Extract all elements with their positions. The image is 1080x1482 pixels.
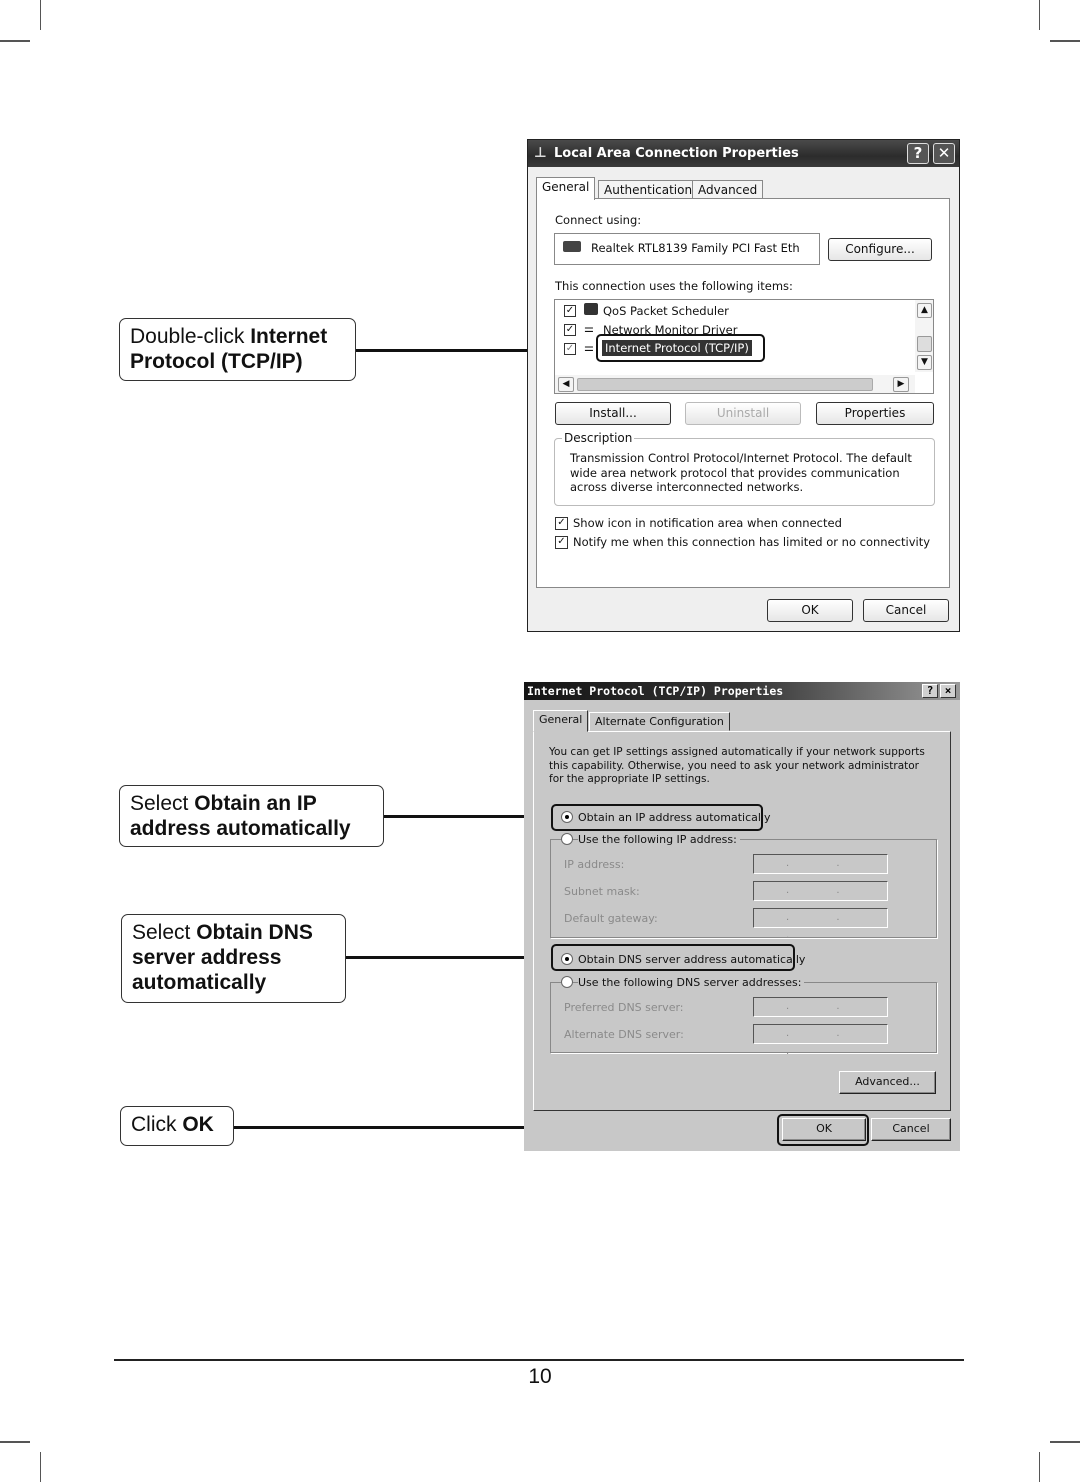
dialog-title-bar: ⊥ Local Area Connection Properties ? ✕	[528, 140, 959, 167]
help-button[interactable]: ?	[922, 684, 938, 698]
dialog-title: Local Area Connection Properties	[554, 146, 799, 161]
preferred-dns-input: . . .	[753, 997, 888, 1030]
horizontal-scrollbar[interactable]: ◀ ▶	[555, 375, 915, 393]
checkbox-netmon[interactable]: ✓	[564, 324, 576, 336]
properties-button[interactable]: Properties	[816, 402, 934, 425]
description-legend: Description	[562, 431, 635, 445]
page-number: 10	[528, 1365, 552, 1388]
highlight-obtain-ip	[551, 804, 763, 831]
crop-mark	[40, 0, 41, 30]
callout-double-click-tcpip: Double-click Internet Protocol (TCP/IP)	[119, 318, 356, 381]
highlight-obtain-dns	[551, 944, 795, 971]
network-protocol-icon: ⚌	[584, 322, 594, 335]
tab-alternate-configuration[interactable]: Alternate Configuration	[589, 712, 730, 731]
network-protocol-icon: ⚌	[584, 341, 594, 354]
default-gateway-input: . . .	[753, 908, 888, 941]
scroll-down-icon[interactable]: ▼	[917, 355, 932, 370]
items-label: This connection uses the following items…	[555, 279, 793, 293]
tab-general[interactable]: General	[536, 177, 596, 200]
scroll-thumb[interactable]	[577, 378, 873, 391]
subnet-mask-input: . . .	[753, 881, 888, 914]
callout-obtain-ip: Select Obtain an IP address automaticall…	[119, 785, 384, 847]
show-icon-checkbox[interactable]: ✓	[555, 517, 568, 530]
subnet-mask-label: Subnet mask:	[564, 885, 640, 898]
general-tab-panel: You can get IP settings assigned automat…	[533, 731, 951, 1111]
crop-mark	[40, 1452, 41, 1482]
crop-mark	[1039, 0, 1040, 30]
tab-general[interactable]: General	[533, 710, 589, 732]
alternate-dns-label: Alternate DNS server:	[564, 1028, 684, 1041]
dialog-title-bar: Internet Protocol (TCP/IP) Properties ? …	[524, 682, 960, 700]
preferred-dns-label: Preferred DNS server:	[564, 1001, 684, 1014]
highlight-ok-button	[777, 1114, 869, 1146]
intro-text: You can get IP settings assigned automat…	[549, 746, 925, 785]
vertical-scrollbar[interactable]: ▲ ▼	[915, 300, 933, 372]
configure-button[interactable]: Configure...	[828, 238, 932, 261]
callout-obtain-dns: Select Obtain DNS server address automat…	[121, 914, 346, 1003]
show-icon-label[interactable]: Show icon in notification area when conn…	[573, 516, 842, 530]
footer-rule	[114, 1359, 964, 1361]
computer-icon	[584, 303, 598, 315]
advanced-button[interactable]: Advanced...	[839, 1071, 936, 1094]
help-button[interactable]: ?	[907, 143, 929, 164]
use-following-ip-label[interactable]: Use the following IP address:	[578, 833, 740, 846]
callout-click-ok: Click OK	[120, 1106, 234, 1146]
description-text: Transmission Control Protocol/Internet P…	[570, 451, 912, 494]
network-adapter-icon	[563, 241, 581, 252]
adapter-field: Realtek RTL8139 Family PCI Fast Eth	[554, 233, 820, 265]
notify-label[interactable]: Notify me when this connection has limit…	[573, 535, 930, 549]
local-area-connection-properties-dialog: ⊥ Local Area Connection Properties ? ✕ G…	[527, 139, 960, 632]
crop-mark	[1039, 1452, 1040, 1482]
dialog-title: Internet Protocol (TCP/IP) Properties	[527, 684, 784, 698]
crop-mark	[1050, 40, 1080, 42]
cancel-button[interactable]: Cancel	[871, 1118, 951, 1141]
crop-mark	[0, 1441, 30, 1443]
close-button[interactable]: ×	[940, 684, 956, 698]
scroll-up-icon[interactable]: ▲	[917, 303, 932, 318]
tcpip-properties-dialog: Internet Protocol (TCP/IP) Properties ? …	[524, 682, 960, 1151]
close-button[interactable]: ✕	[933, 143, 955, 164]
crop-mark	[0, 40, 30, 42]
crop-mark	[1050, 1441, 1080, 1443]
cancel-button[interactable]: Cancel	[863, 599, 949, 622]
list-item[interactable]: QoS Packet Scheduler	[603, 304, 729, 318]
use-following-dns-label[interactable]: Use the following DNS server addresses:	[578, 976, 805, 989]
network-connection-icon: ⊥	[534, 145, 547, 161]
scroll-thumb[interactable]	[917, 336, 932, 352]
scroll-right-icon[interactable]: ▶	[893, 377, 909, 392]
highlight-tcpip-item	[596, 334, 765, 362]
ip-address-input: . . .	[753, 854, 888, 887]
checkbox-tcpip[interactable]: ✓	[564, 343, 576, 355]
checkbox-qos[interactable]: ✓	[564, 305, 576, 317]
leader-line	[346, 956, 552, 959]
ip-address-label: IP address:	[564, 858, 625, 871]
alternate-dns-input: . . .	[753, 1024, 888, 1057]
general-tab-panel: Connect using: Realtek RTL8139 Family PC…	[536, 198, 950, 588]
radio-use-static-dns[interactable]	[561, 976, 573, 988]
ok-button[interactable]: OK	[767, 599, 853, 622]
tab-advanced[interactable]: Advanced	[692, 180, 764, 199]
tab-authentication[interactable]: Authentication	[598, 180, 699, 199]
default-gateway-label: Default gateway:	[564, 912, 658, 925]
install-button[interactable]: Install...	[555, 402, 671, 425]
notify-checkbox[interactable]: ✓	[555, 536, 568, 549]
scroll-left-icon[interactable]: ◀	[558, 377, 574, 392]
connect-using-label: Connect using:	[555, 213, 642, 227]
adapter-name: Realtek RTL8139 Family PCI Fast Eth	[591, 241, 800, 255]
radio-use-static-ip[interactable]	[561, 833, 573, 845]
uninstall-button: Uninstall	[685, 402, 801, 425]
